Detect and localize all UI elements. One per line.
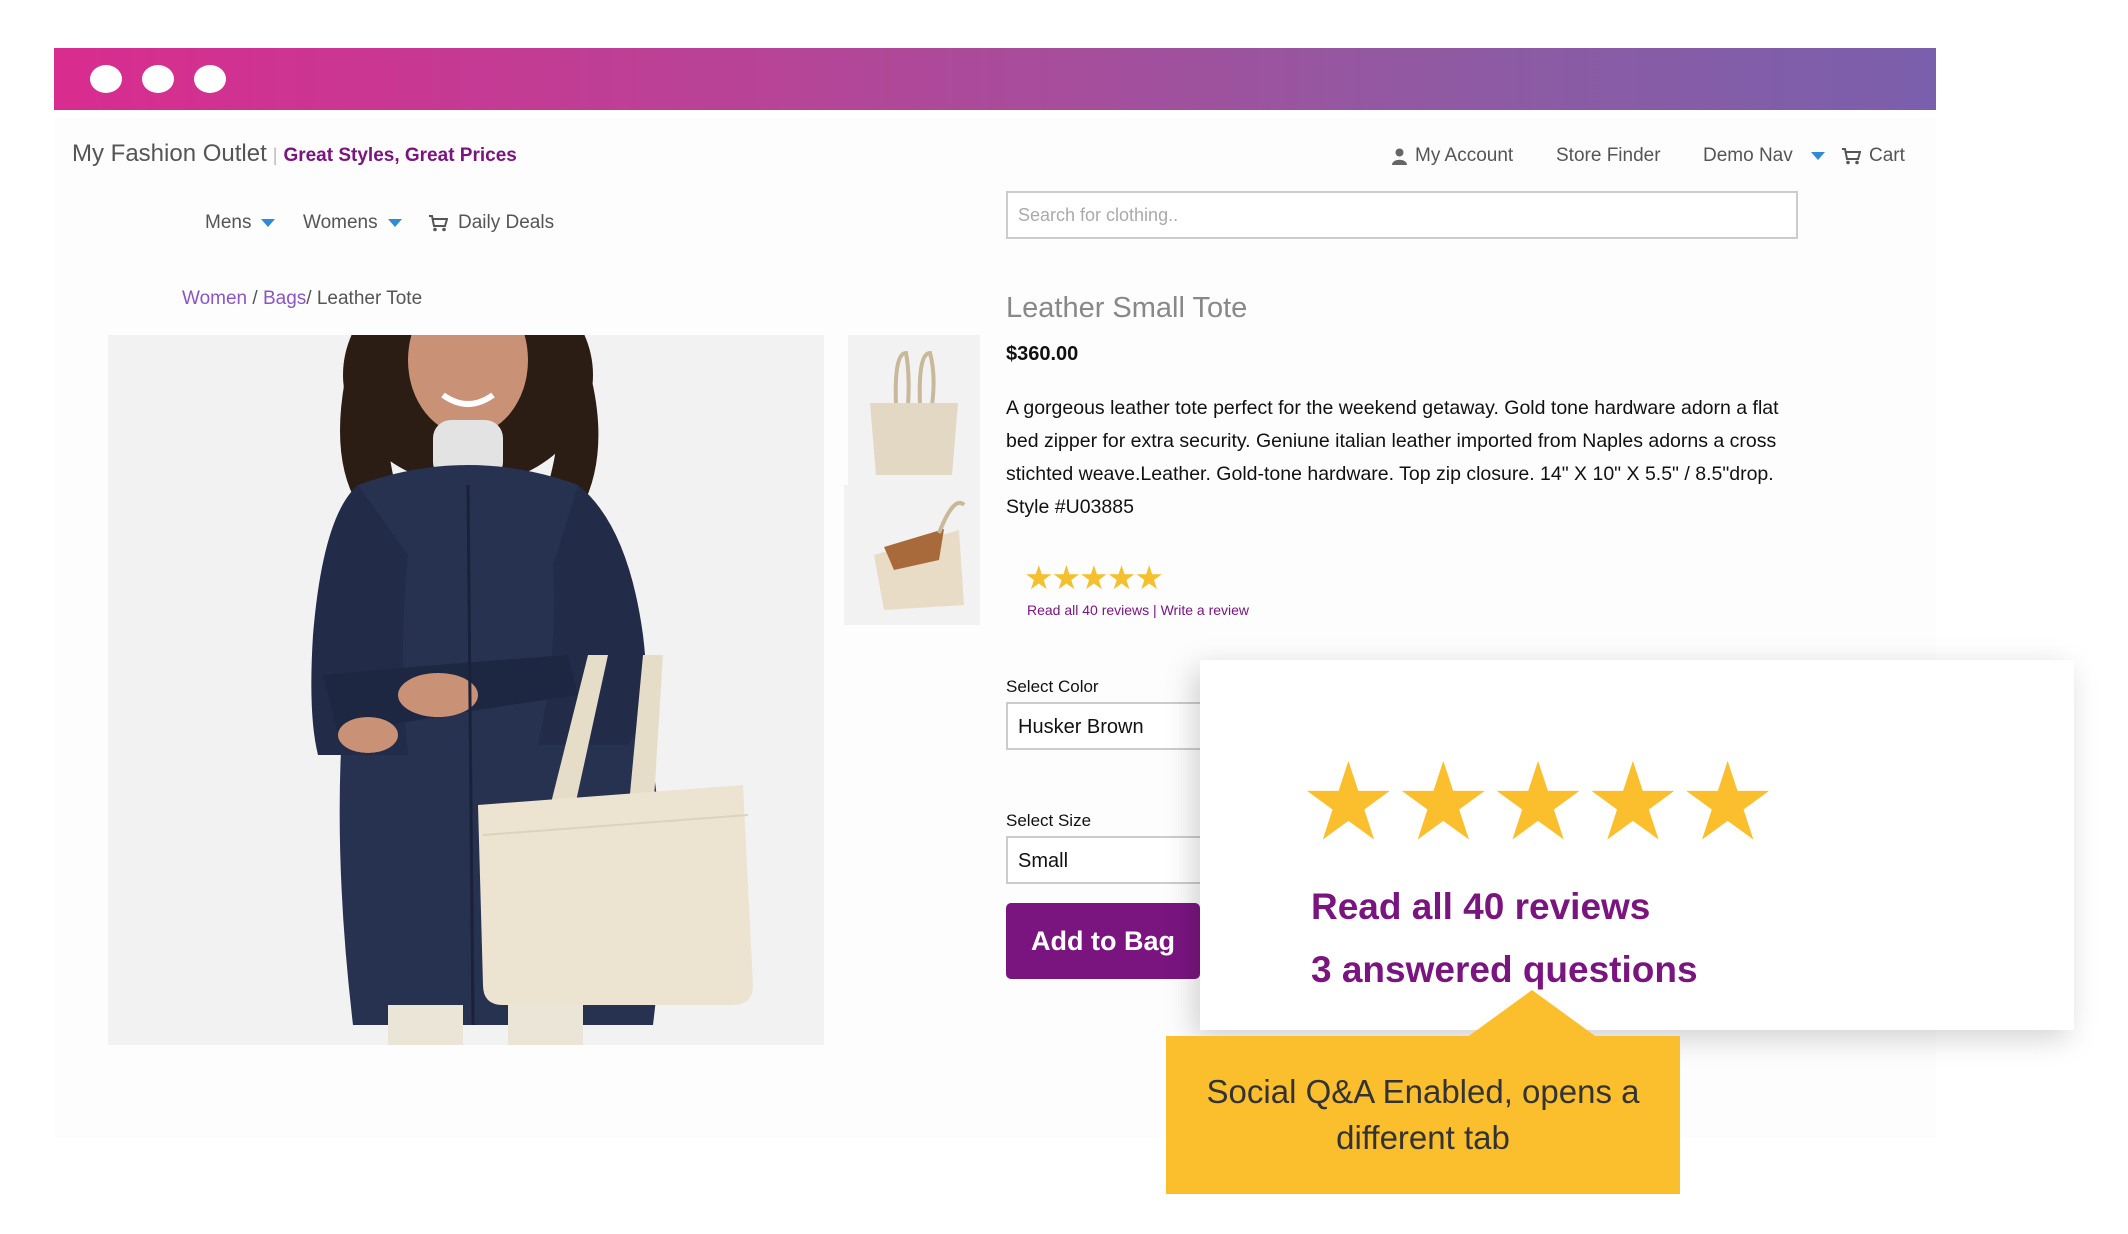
color-select[interactable]: Husker Brown [1006,702,1226,750]
callout-pointer [1466,990,1598,1038]
size-selected-value: Small [1018,850,1069,872]
window-dot-icon[interactable] [90,65,122,93]
model-with-tote-illustration [108,335,824,1045]
product-description: A gorgeous leather tote perfect for the … [1006,397,1779,518]
color-selected-value: Husker Brown [1018,716,1144,738]
my-account-label: My Account [1415,145,1514,166]
size-label: Select Size [1006,811,1092,830]
rating-stars[interactable]: ★★★★★ [1024,558,1164,597]
breadcrumb: Women / Bags/ Leather Tote [182,288,422,310]
read-reviews-link[interactable]: Read all 40 reviews [1027,602,1149,618]
popup-read-reviews-link[interactable]: Read all 40 reviews [1311,886,1650,928]
user-icon [1392,148,1407,165]
store-finder-label: Store Finder [1556,145,1661,166]
review-links: Read all 40 reviews | Write a review [1027,602,1249,618]
brand-name[interactable]: My Fashion Outlet [72,140,267,167]
callout-text: Social Q&A Enabled, opens a different ta… [1206,1073,1640,1156]
breadcrumb-current: Leather Tote [316,288,423,309]
tote-open-thumbnail [844,485,980,625]
demo-nav-label: Demo Nav [1703,145,1793,166]
color-label: Select Color [1006,677,1099,696]
callout-box: Social Q&A Enabled, opens a different ta… [1166,1036,1680,1194]
cart-icon [429,214,448,231]
size-select[interactable]: Small [1006,836,1226,884]
nav-daily-deals[interactable]: Daily Deals [429,212,554,234]
product-price: $360.00 [1006,343,1079,365]
product-thumbnail[interactable] [848,335,980,485]
nav-daily-deals-label: Daily Deals [458,212,555,233]
caret-down-icon [261,219,276,227]
nav-mens[interactable]: Mens [205,212,276,234]
star-icon: ★★★★★ [1024,559,1164,596]
breadcrumb-separator: / [306,288,317,309]
brand-tagline: Great Styles, Great Prices [283,145,517,166]
nav-mens-label: Mens [205,212,252,233]
add-to-bag-button[interactable]: Add to Bag [1006,903,1200,979]
write-review-link[interactable]: Write a review [1161,602,1249,618]
tote-front-thumbnail [848,335,980,485]
my-account-link[interactable]: My Account [1392,145,1513,167]
store-finder-link[interactable]: Store Finder [1556,145,1661,167]
window-dot-icon[interactable] [142,65,174,93]
breadcrumb-bags[interactable]: Bags [263,288,306,309]
breadcrumb-separator: / [247,288,263,309]
popup-answered-questions-link[interactable]: 3 answered questions [1311,949,1698,991]
product-thumbnail[interactable] [844,485,980,625]
caret-down-icon [1810,152,1825,160]
brand-separator: | [272,145,278,165]
demo-nav-dropdown[interactable]: Demo Nav [1703,145,1825,167]
cart-link[interactable]: Cart [1842,145,1905,167]
search-input[interactable] [1006,191,1798,239]
window-title-bar [54,48,1936,110]
nav-womens-label: Womens [303,212,378,233]
caret-down-icon [387,219,402,227]
breadcrumb-women[interactable]: Women [182,288,247,309]
product-main-image[interactable] [108,335,824,1045]
star-icon: ★★★★★ [1300,741,1776,862]
popup-rating-stars: ★★★★★ [1300,748,1776,856]
cart-icon [1842,147,1861,164]
product-title: Leather Small Tote [1006,292,1248,324]
window-dot-icon[interactable] [194,65,226,93]
nav-womens[interactable]: Womens [303,212,402,234]
review-links-separator: | [1149,602,1161,618]
site-brand[interactable]: My Fashion Outlet | Great Styles, Great Pr… [72,140,517,168]
cart-label: Cart [1869,145,1905,166]
